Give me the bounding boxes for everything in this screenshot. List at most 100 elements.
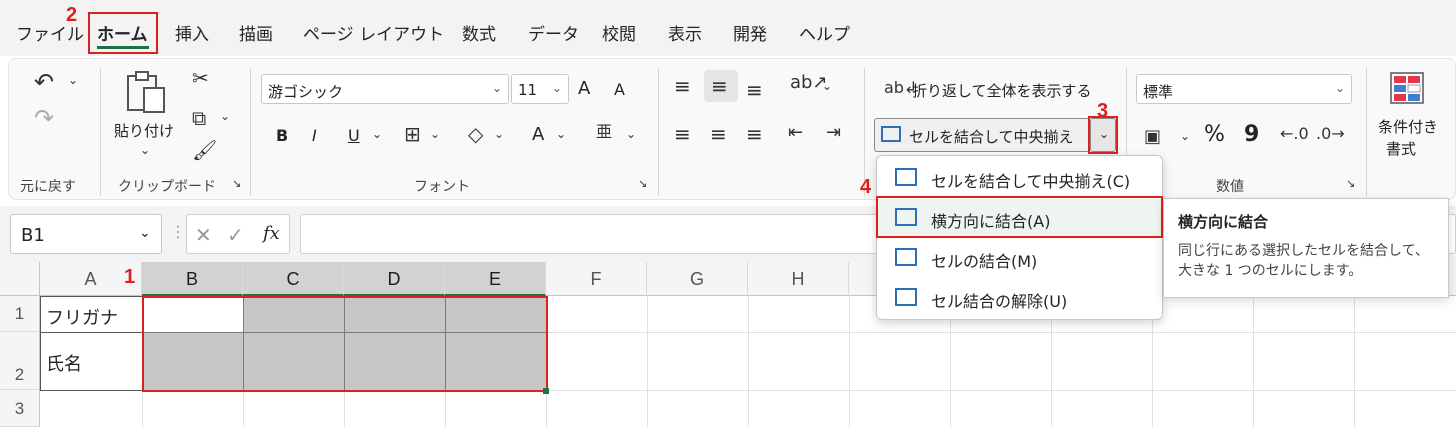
grid-line xyxy=(1253,296,1254,427)
format-painter-icon[interactable]: 🖌 xyxy=(192,140,217,160)
tab-help[interactable]: ヘルプ xyxy=(799,20,850,45)
insert-function-button[interactable]: fx xyxy=(263,223,280,244)
shrink-font-button[interactable]: A xyxy=(614,80,625,99)
column-header-c[interactable]: C xyxy=(243,262,344,296)
decrease-decimal-icon[interactable]: .0→ xyxy=(1316,126,1345,142)
merge-cells-icon xyxy=(895,248,917,266)
bold-button[interactable]: B xyxy=(276,126,288,145)
row-header-2[interactable]: 2 xyxy=(0,332,40,390)
grid-line xyxy=(1354,296,1355,427)
row-header-3[interactable]: 3 xyxy=(0,390,40,427)
menu-item-merge-cells[interactable]: セルの結合(M) xyxy=(877,239,1162,277)
font-size-value: 11 xyxy=(518,81,538,99)
borders-icon[interactable]: ⊞ xyxy=(404,124,421,144)
phonetic-dropdown-icon[interactable]: ⌄ xyxy=(626,128,636,140)
align-center-icon[interactable]: ≡ xyxy=(710,124,727,144)
tab-data[interactable]: データ xyxy=(528,20,579,45)
column-header-d[interactable]: D xyxy=(344,262,445,296)
tab-review[interactable]: 校閲 xyxy=(602,20,636,45)
cut-icon[interactable]: ✂ xyxy=(192,68,209,88)
clipboard-launcher-icon[interactable]: ↘ xyxy=(232,178,241,189)
cell-a2[interactable]: 氏名 xyxy=(46,350,82,376)
accounting-dropdown-icon[interactable]: ⌄ xyxy=(1180,130,1190,142)
undo-group-label: 元に戻す xyxy=(20,179,76,195)
column-header-b[interactable]: B xyxy=(142,262,243,296)
font-launcher-icon[interactable]: ↘ xyxy=(638,178,647,189)
increase-indent-icon[interactable]: ⇥ xyxy=(826,124,841,142)
number-group-label: 数値 xyxy=(1216,179,1244,195)
grid-line xyxy=(849,296,850,427)
select-all-corner[interactable] xyxy=(0,262,40,296)
fill-handle[interactable] xyxy=(543,388,549,394)
merge-across-tooltip: 横方向に結合 同じ行にある選択したセルを結合して、大きな 1 つのセルにします。 xyxy=(1163,198,1449,298)
undo-icon[interactable]: ↶ xyxy=(34,70,54,94)
grid-line xyxy=(647,296,648,427)
accounting-format-icon[interactable]: ▣ xyxy=(1144,128,1161,146)
column-header-e[interactable]: E xyxy=(445,262,546,296)
copy-dropdown-icon[interactable]: ⌄ xyxy=(220,110,230,122)
underline-dropdown-icon[interactable]: ⌄ xyxy=(372,128,382,140)
tab-insert[interactable]: 挿入 xyxy=(175,20,209,45)
number-format-select[interactable]: 標準 ⌄ xyxy=(1136,74,1352,104)
decrease-indent-icon[interactable]: ⇤ xyxy=(788,124,803,142)
number-launcher-icon[interactable]: ↘ xyxy=(1346,178,1355,189)
column-header-f[interactable]: F xyxy=(546,262,647,296)
paste-button[interactable]: 貼り付け xyxy=(114,120,174,141)
menu-item-merge-center[interactable]: セルを結合して中央揃え(C) xyxy=(877,159,1162,197)
step-4-marker: 4 xyxy=(860,176,872,198)
increase-decimal-icon[interactable]: ←.0 xyxy=(1280,126,1309,142)
conditional-format-label-1[interactable]: 条件付き xyxy=(1378,116,1438,137)
align-right-icon[interactable]: ≡ xyxy=(746,124,763,144)
grow-font-button[interactable]: A xyxy=(578,78,590,99)
redo-icon[interactable]: ↷ xyxy=(34,106,54,130)
tab-developer[interactable]: 開発 xyxy=(733,20,767,45)
selection-highlight xyxy=(142,296,548,392)
orientation-dropdown-icon[interactable]: ⌄ xyxy=(822,80,832,92)
tab-formulas[interactable]: 数式 xyxy=(462,20,496,45)
cancel-icon[interactable]: ✕ xyxy=(195,223,212,247)
align-left-icon[interactable]: ≡ xyxy=(674,124,691,144)
row-header-1[interactable]: 1 xyxy=(0,296,40,332)
enter-icon[interactable]: ✓ xyxy=(227,223,244,247)
tooltip-body: 同じ行にある選択したセルを結合して、大きな 1 つのセルにします。 xyxy=(1178,243,1429,279)
align-middle-icon: ≡ xyxy=(711,74,728,98)
align-bottom-icon[interactable]: ≡ xyxy=(746,80,763,100)
cell-a1[interactable]: フリガナ xyxy=(46,304,118,330)
conditional-format-label-2[interactable]: 書式 xyxy=(1386,138,1416,159)
group-separator xyxy=(100,68,101,196)
tab-view[interactable]: 表示 xyxy=(668,20,702,45)
group-separator xyxy=(1366,68,1367,196)
borders-dropdown-icon[interactable]: ⌄ xyxy=(430,128,440,140)
phonetic-guide-icon[interactable]: 亜 xyxy=(596,124,612,140)
paste-icon[interactable] xyxy=(124,70,168,114)
comma-style-button[interactable]: 9 xyxy=(1244,122,1259,147)
fill-color-icon[interactable]: ◇ xyxy=(468,124,483,144)
font-size-select[interactable]: 11 ⌄ xyxy=(511,74,569,104)
undo-dropdown-icon[interactable]: ⌄ xyxy=(68,74,78,86)
tab-page-layout[interactable]: ページ レイアウト xyxy=(303,20,444,45)
column-header-g[interactable]: G xyxy=(647,262,748,296)
underline-button[interactable]: U xyxy=(348,126,360,145)
merge-center-button[interactable]: セルを結合して中央揃え xyxy=(874,118,1090,152)
conditional-formatting-icon[interactable] xyxy=(1390,72,1424,104)
percent-style-button[interactable]: % xyxy=(1204,122,1225,147)
font-color-button[interactable]: A xyxy=(532,124,544,145)
grid-line xyxy=(748,296,749,427)
copy-icon[interactable]: ⧉ xyxy=(192,108,206,128)
chevron-down-icon: ⌄ xyxy=(491,81,502,95)
font-color-dropdown-icon[interactable]: ⌄ xyxy=(556,128,566,140)
italic-button[interactable]: I xyxy=(312,126,317,145)
wrap-text-button[interactable]: 折り返して全体を表示する xyxy=(912,80,1092,101)
name-box[interactable]: B1 ⌄ xyxy=(10,214,162,254)
menu-item-unmerge[interactable]: セル結合の解除(U) xyxy=(877,279,1162,317)
paste-dropdown-icon[interactable]: ⌄ xyxy=(140,144,150,156)
column-header-h[interactable]: H xyxy=(748,262,849,296)
tab-draw[interactable]: 描画 xyxy=(239,20,273,45)
align-top-icon[interactable]: ≡ xyxy=(674,76,691,96)
more-icon: ⋮ xyxy=(170,222,186,241)
step-1-marker: 1 xyxy=(124,266,136,288)
number-format-value: 標準 xyxy=(1143,83,1174,101)
fill-color-dropdown-icon[interactable]: ⌄ xyxy=(494,128,504,140)
font-name-select[interactable]: 游ゴシック ⌄ xyxy=(261,74,509,104)
tooltip-title: 横方向に結合 xyxy=(1178,213,1269,231)
